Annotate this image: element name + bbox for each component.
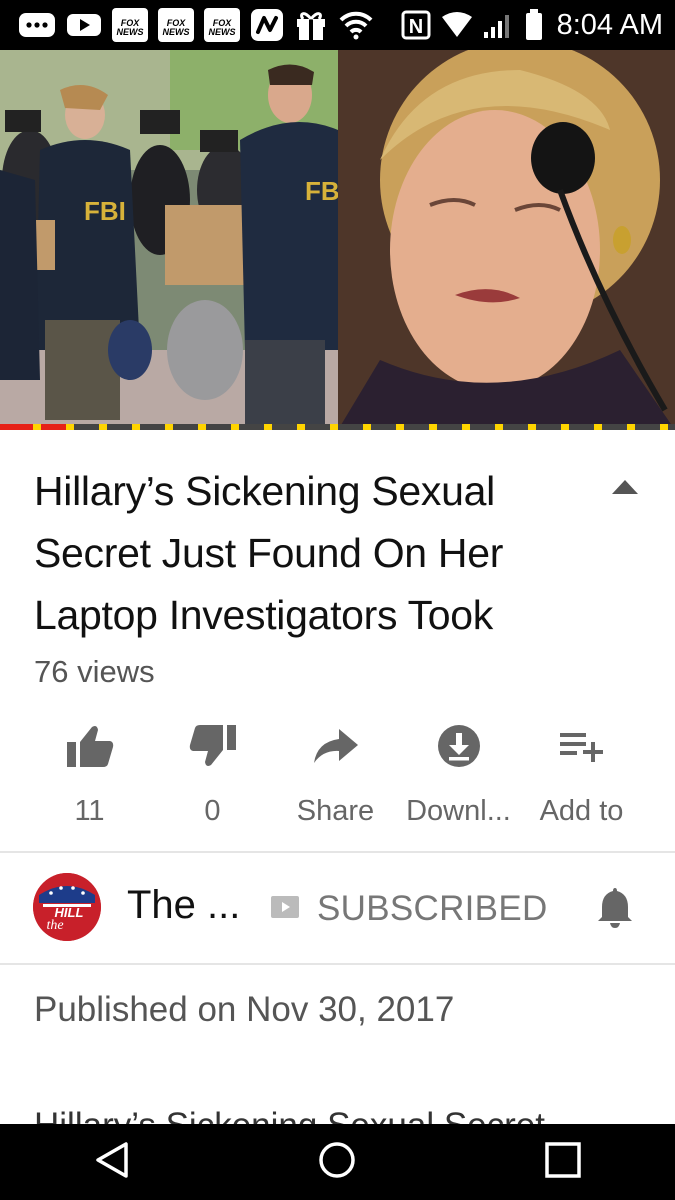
- svg-text:FB: FB: [305, 176, 340, 206]
- ad-marker: [363, 424, 371, 430]
- subscribed-play-icon: [270, 895, 300, 924]
- youtube-icon: [66, 10, 102, 40]
- description-text: Hillary’s Sickening Sexual Secret: [34, 1106, 545, 1124]
- system-nav-bar: [0, 1124, 675, 1200]
- video-title-section: Hillary’s Sickening Sexual Secret Just F…: [34, 460, 594, 646]
- ad-marker: [660, 424, 668, 430]
- home-circle-icon: [318, 1141, 355, 1178]
- ad-marker: [132, 424, 140, 430]
- clock: 8:04 AM: [556, 8, 663, 41]
- dislike-button[interactable]: 0: [151, 718, 274, 828]
- ad-marker: [396, 424, 404, 430]
- wifi-signal-icon: [441, 11, 473, 39]
- ad-marker: [330, 424, 338, 430]
- fox-news-icon: FOX NEWS: [158, 8, 194, 42]
- bell-icon: [598, 888, 632, 928]
- channel-row: HILL the The ... SUBSCRIBED: [0, 853, 675, 963]
- share-label: Share: [296, 795, 375, 827]
- fox-news-icon: FOX NEWS: [112, 8, 148, 42]
- hill-logo: HILL the: [33, 873, 101, 941]
- published-date: Published on Nov 30, 2017: [34, 990, 455, 1029]
- divider: [0, 963, 675, 965]
- back-button[interactable]: [94, 1141, 130, 1184]
- notification-bell-button[interactable]: [596, 885, 634, 934]
- news-app-icon: [250, 8, 284, 42]
- ad-marker: [462, 424, 470, 430]
- svg-text:the: the: [46, 918, 63, 933]
- like-count: 11: [74, 795, 105, 827]
- svg-text:FBI: FBI: [84, 196, 126, 226]
- channel-name[interactable]: The ...: [127, 883, 240, 928]
- playlist-add-icon: [559, 732, 603, 762]
- download-label: Downl...: [406, 795, 511, 827]
- gift-icon: [294, 8, 328, 42]
- add-to-button[interactable]: Add to: [520, 718, 643, 828]
- ad-marker: [165, 424, 173, 430]
- ad-marker: [33, 424, 41, 430]
- ad-marker: [198, 424, 206, 430]
- ad-marker: [99, 424, 107, 430]
- ad-marker: [594, 424, 602, 430]
- video-player[interactable]: FBI FB: [0, 50, 675, 430]
- ad-marker: [528, 424, 536, 430]
- subscribe-button[interactable]: SUBSCRIBED: [317, 889, 548, 929]
- video-title: Hillary’s Sickening Sexual Secret Just F…: [34, 468, 504, 638]
- thumbs-up-icon: [66, 725, 113, 767]
- nfc-icon: N: [401, 10, 431, 40]
- share-button[interactable]: Share: [274, 718, 397, 828]
- ad-marker: [297, 424, 305, 430]
- battery-icon: [525, 9, 543, 41]
- ad-marker: [66, 424, 74, 430]
- view-count: 76 views: [34, 654, 155, 689]
- home-button[interactable]: [317, 1140, 357, 1185]
- channel-avatar[interactable]: HILL the: [33, 873, 101, 941]
- dislike-count: 0: [204, 795, 221, 827]
- messages-icon: [18, 10, 56, 40]
- add-to-label: Add to: [539, 795, 624, 827]
- video-actions: 11 0 Share Downl... Add to: [28, 718, 648, 828]
- svg-text:N: N: [408, 16, 422, 38]
- ad-marker: [561, 424, 569, 430]
- collapse-description-button[interactable]: [605, 472, 645, 502]
- download-button[interactable]: Downl...: [397, 718, 520, 828]
- status-bar: FOX NEWS FOX NEWS FOX NEWS N 8:04 AM: [0, 0, 675, 50]
- ad-marker: [231, 424, 239, 430]
- like-button[interactable]: 11: [28, 718, 151, 828]
- ad-marker: [495, 424, 503, 430]
- back-triangle-icon: [95, 1141, 128, 1178]
- recents-square-icon: [544, 1141, 581, 1178]
- thumbs-down-icon: [189, 724, 236, 766]
- recents-button[interactable]: [544, 1141, 582, 1184]
- cell-signal-icon: [483, 10, 515, 40]
- fox-news-icon: FOX NEWS: [204, 8, 240, 42]
- video-frame: FBI FB: [0, 50, 675, 430]
- share-icon: [313, 728, 358, 763]
- ad-marker: [627, 424, 635, 430]
- wifi-icon: [338, 10, 374, 40]
- video-progress-bar[interactable]: [0, 424, 675, 430]
- ad-marker: [429, 424, 437, 430]
- ad-marker: [264, 424, 272, 430]
- download-icon: [437, 724, 480, 767]
- chevron-up-icon: [612, 480, 638, 494]
